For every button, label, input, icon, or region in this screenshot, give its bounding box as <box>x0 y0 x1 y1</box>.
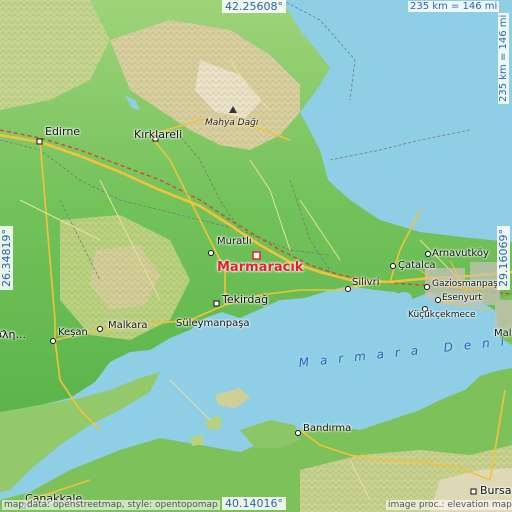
scale-top: 235 km = 146 mi <box>408 1 500 12</box>
place-label-edirne: Edirne <box>45 125 81 138</box>
place-label-tekirdag: Tekirdağ <box>222 293 269 306</box>
topographic-map[interactable]: Edirne Kırklareli Muratlı Tekirdağ Süley… <box>0 0 512 512</box>
place-label-kesan: Keşan <box>58 327 88 338</box>
buyukcekmece-lake <box>396 292 412 304</box>
scale-right: 235 km = 146 mi <box>498 12 509 104</box>
coord-right: 29.16069° <box>497 226 510 290</box>
place-label-west: ...όλη <box>0 328 26 341</box>
square-marker-icon <box>252 251 261 260</box>
place-label-silivri: Silivri <box>352 277 380 288</box>
mountain-label: Mahya Dağı <box>205 118 259 128</box>
attribution-left: map data: openstreetmap, style: opentopo… <box>2 500 220 510</box>
coord-top: 42.25608° <box>222 0 286 13</box>
place-label-suleymanpasa: Süleymanpaşa <box>176 318 250 329</box>
place-label-malkara: Malkara <box>108 320 148 331</box>
coord-bottom: 40.14016° <box>222 497 286 510</box>
coord-left: 26.34819° <box>0 226 13 290</box>
place-label-arnavutkoy: Arnavutköy <box>432 248 489 259</box>
place-label-bursa: Bursa <box>480 484 512 497</box>
target-label: Marmaracık <box>217 260 304 275</box>
place-label-muratli: Muratlı <box>217 236 252 247</box>
place-label-bandirma: Bandırma <box>303 423 352 434</box>
place-label-esenyurt: Esenyurt <box>442 293 482 303</box>
place-label-gaziosmanpasa: Gaziosmanpaşa <box>432 279 504 289</box>
attribution-right: image proc.: elevation map <box>386 500 512 510</box>
place-label-catalca: Çatalca <box>398 260 436 271</box>
place-label-kirklareli: Kırklareli <box>134 128 183 141</box>
place-label-kucukcekmece: Küçükçekmece <box>408 310 476 320</box>
